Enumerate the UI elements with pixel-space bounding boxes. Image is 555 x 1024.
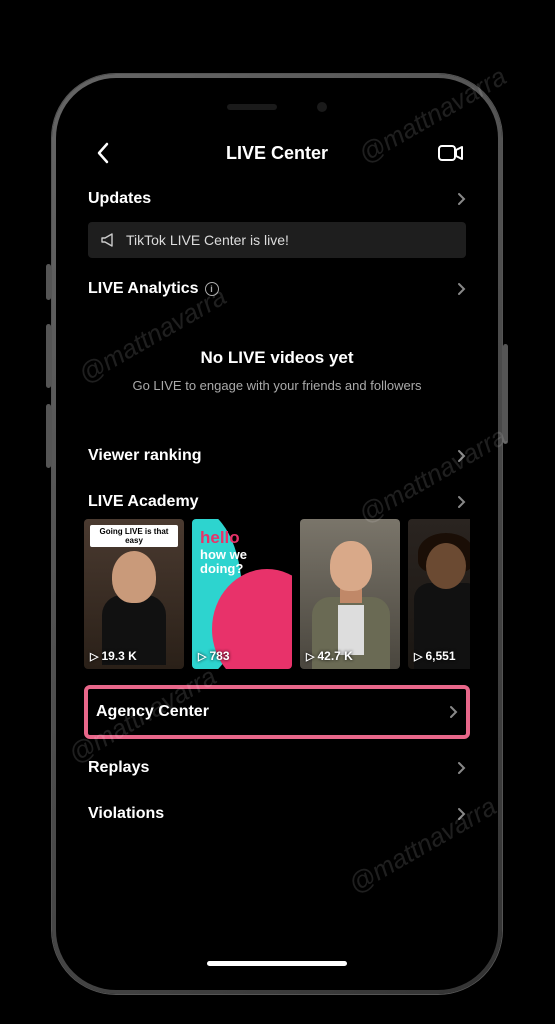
analytics-label: LIVE Analytics i (88, 280, 219, 298)
live-academy-label: LIVE Academy (88, 493, 199, 511)
mute-switch (46, 264, 51, 300)
viewer-ranking-row[interactable]: Viewer ranking (84, 433, 470, 479)
camera-icon[interactable] (436, 138, 466, 168)
megaphone-icon (100, 232, 116, 248)
card-banner: Going LIVE is that easy (90, 525, 178, 547)
live-academy-row[interactable]: LIVE Academy (84, 479, 470, 519)
empty-subtitle: Go LIVE to engage with your friends and … (94, 378, 460, 393)
replays-label: Replays (88, 759, 149, 777)
info-icon: i (205, 282, 219, 296)
empty-title: No LIVE videos yet (94, 348, 460, 368)
home-indicator[interactable] (207, 961, 347, 966)
screen: LIVE Center Updates TikTok LIVE Center (70, 92, 484, 976)
phone-frame: LIVE Center Updates TikTok LIVE Center (52, 74, 502, 994)
updates-row[interactable]: Updates (84, 176, 470, 222)
announcement-text: TikTok LIVE Center is live! (126, 232, 289, 248)
chevron-right-icon (457, 282, 466, 296)
card-views: ▷42.7 K (306, 649, 353, 663)
chevron-right-icon (457, 449, 466, 463)
power-button (503, 344, 508, 444)
agency-center-label: Agency Center (96, 703, 209, 721)
card-text: hello how we doing? (200, 529, 247, 576)
empty-state: No LIVE videos yet Go LIVE to engage wit… (84, 312, 470, 433)
chevron-right-icon (457, 192, 466, 206)
academy-card[interactable]: ▷42.7 K (300, 519, 400, 669)
page-title: LIVE Center (226, 143, 328, 164)
notch (197, 92, 357, 122)
academy-card[interactable]: ▷6,551 (408, 519, 470, 669)
agency-center-highlight: Agency Center (84, 685, 470, 739)
announcement-banner[interactable]: TikTok LIVE Center is live! (88, 222, 466, 258)
violations-row[interactable]: Violations (84, 791, 470, 837)
play-icon: ▷ (306, 650, 314, 663)
card-views: ▷19.3 K (90, 649, 137, 663)
chevron-right-icon (457, 495, 466, 509)
academy-carousel[interactable]: Going LIVE is that easy ▷19.3 K hello ho… (84, 519, 470, 679)
chevron-right-icon (457, 761, 466, 775)
academy-card[interactable]: hello how we doing? ▷783 (192, 519, 292, 669)
updates-label: Updates (88, 190, 151, 208)
chevron-right-icon (449, 705, 458, 719)
card-views: ▷6,551 (414, 649, 456, 663)
volume-up-button (46, 324, 51, 388)
viewer-ranking-label: Viewer ranking (88, 447, 202, 465)
academy-card[interactable]: Going LIVE is that easy ▷19.3 K (84, 519, 184, 669)
card-views: ▷783 (198, 649, 230, 663)
chevron-right-icon (457, 807, 466, 821)
play-icon: ▷ (90, 650, 98, 663)
violations-label: Violations (88, 805, 164, 823)
volume-down-button (46, 404, 51, 468)
agency-center-row[interactable]: Agency Center (88, 689, 466, 735)
play-icon: ▷ (198, 650, 206, 663)
replays-row[interactable]: Replays (84, 745, 470, 791)
play-icon: ▷ (414, 650, 422, 663)
analytics-row[interactable]: LIVE Analytics i (84, 266, 470, 312)
back-button[interactable] (88, 138, 118, 168)
